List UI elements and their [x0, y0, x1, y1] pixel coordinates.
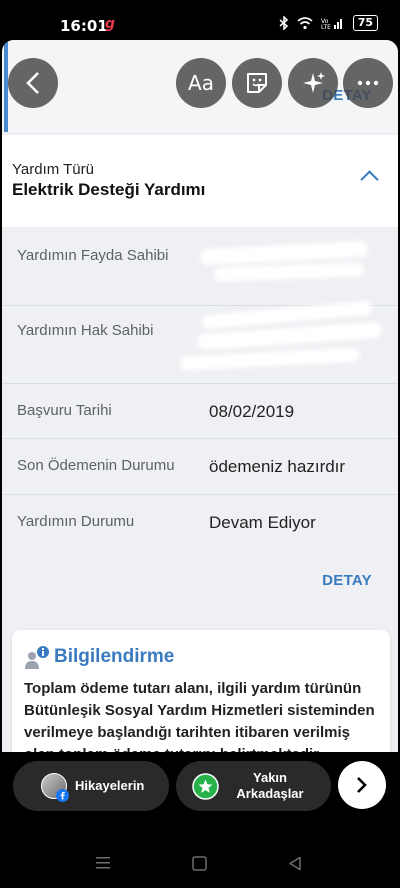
- status-time: 16:01: [60, 17, 108, 35]
- sticker-button[interactable]: [232, 58, 282, 108]
- aid-type-value: Elektrik Desteği Yardımı: [12, 180, 206, 199]
- row-label: Yardımın Hak Sahibi: [17, 322, 154, 339]
- redaction-scribble: [199, 240, 369, 266]
- status-icons: Vo LTE 75: [279, 15, 378, 31]
- your-stories-button[interactable]: Hikayelerin: [13, 761, 169, 811]
- info-title: Bilgilendirme: [54, 646, 175, 667]
- home-square-icon[interactable]: [192, 856, 207, 871]
- battery-icon: 75: [352, 15, 378, 31]
- more-options-button[interactable]: [343, 58, 393, 108]
- aid-type-header[interactable]: Yardım Türü Elektrik Desteği Yardımı: [2, 135, 398, 227]
- redaction-scribble: [179, 347, 361, 371]
- your-stories-label: Hikayelerin: [75, 778, 145, 793]
- more-dots-icon: [357, 80, 379, 86]
- chevron-up-icon[interactable]: [360, 170, 379, 189]
- signal-icon: VoLTE: [321, 18, 342, 30]
- chevron-right-icon: [357, 777, 367, 793]
- detail-row-beneficiary: Yardımın Fayda Sahibi: [2, 229, 398, 306]
- svg-text:LTE: LTE: [321, 24, 331, 30]
- detail-row-entitled: Yardımın Hak Sahibi: [2, 300, 398, 384]
- detail-row-application-date: Başvuru Tarihi 08/02/2019: [2, 384, 398, 439]
- detay-footer: DETAY: [2, 540, 398, 620]
- close-friends-label: Yakın Arkadaşlar: [236, 770, 304, 801]
- row-value: 08/02/2019: [209, 402, 295, 421]
- share-bar: Hikayelerin Yakın Arkadaşlar: [0, 752, 400, 820]
- text-tool-label: Aa: [188, 71, 214, 95]
- sticker-icon: [247, 73, 267, 93]
- info-card: Bilgilendirme Toplam ödeme tutarı alanı,…: [12, 630, 390, 752]
- close-friends-button[interactable]: Yakın Arkadaşlar: [176, 761, 331, 811]
- detail-row-last-payment-status: Son Ödemenin Durumu ödemeniz hazırdır: [2, 439, 398, 495]
- row-value: Devam Ediyor: [209, 513, 316, 532]
- wifi-icon: [297, 16, 313, 29]
- back-button[interactable]: [8, 58, 58, 108]
- row-label: Son Ödemenin Durumu: [17, 457, 175, 474]
- facebook-badge-icon: [56, 789, 69, 802]
- row-label: Yardımın Durumu: [17, 513, 135, 530]
- person-info-icon: [25, 646, 49, 669]
- text-tool-button[interactable]: Aa: [176, 58, 226, 108]
- detay-link-bottom[interactable]: DETAY: [322, 572, 372, 589]
- row-label: Yardımın Fayda Sahibi: [17, 247, 169, 264]
- bluetooth-icon: [279, 16, 288, 30]
- app-notification-icon: g: [105, 16, 116, 32]
- sparkles-icon: [303, 72, 325, 93]
- effects-button[interactable]: [288, 58, 338, 108]
- row-value: ödemeniz hazırdır: [209, 457, 346, 476]
- aid-type-label: Yardım Türü: [12, 161, 94, 178]
- info-text: Toplam ödeme tutarı alanı, ilgili yardım…: [24, 680, 375, 752]
- row-label: Başvuru Tarihi: [17, 402, 112, 419]
- redaction-scribble: [213, 262, 365, 282]
- close-friends-star-icon: [192, 773, 219, 800]
- chevron-left-icon: [26, 72, 39, 94]
- back-triangle-icon[interactable]: [288, 856, 302, 871]
- aid-details: Yardımın Fayda Sahibi Yardımın Hak Sahib…: [2, 229, 398, 551]
- recents-menu-icon[interactable]: [95, 856, 111, 870]
- send-next-button[interactable]: [338, 761, 386, 809]
- system-nav-bar: [0, 838, 400, 888]
- story-canvas: DETAY Yardım Türü Elektrik Desteği Yardı…: [2, 40, 398, 752]
